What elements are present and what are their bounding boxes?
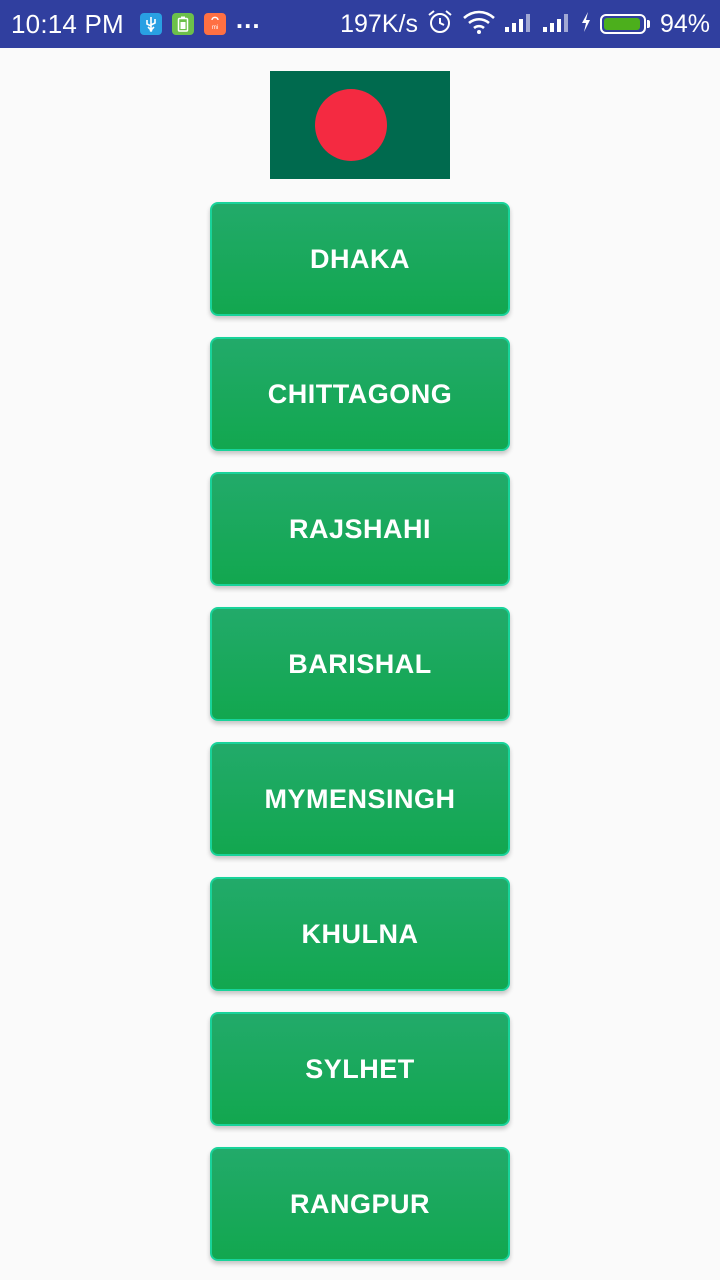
network-speed: 197K/s [340, 9, 418, 38]
status-bar: 10:14 PM mi ... 197K/s 94% [0, 0, 720, 48]
more-notifications-icon: ... [235, 4, 261, 34]
status-bar-right: 197K/s 94% [340, 8, 710, 41]
status-time: 10:14 PM [11, 8, 124, 39]
division-list: DHAKA CHITTAGONG RAJSHAHI BARISHAL MYMEN… [210, 202, 510, 1261]
svg-text:mi: mi [212, 25, 218, 31]
cellular-signal-1-icon [504, 11, 534, 38]
division-button-rajshahi[interactable]: RAJSHAHI [210, 472, 510, 586]
cellular-signal-2-icon [542, 11, 572, 38]
battery-percent: 94% [659, 9, 710, 38]
division-button-chittagong[interactable]: CHITTAGONG [210, 337, 510, 451]
bangladesh-flag-icon [270, 71, 450, 179]
battery-app-icon [171, 13, 194, 35]
charging-bolt-icon [580, 11, 592, 38]
status-bar-left: 10:14 PM mi ... [11, 4, 261, 40]
division-button-khulna[interactable]: KHULNA [210, 877, 510, 991]
wifi-icon [462, 9, 496, 40]
division-button-rangpur[interactable]: RANGPUR [210, 1147, 510, 1261]
flag-red-disc [315, 89, 387, 161]
shop-bag-icon: mi [203, 13, 226, 35]
usb-icon [139, 13, 162, 35]
division-button-dhaka[interactable]: DHAKA [210, 202, 510, 316]
battery-level-fill [603, 18, 640, 30]
battery-body [599, 14, 646, 34]
division-button-sylhet[interactable]: SYLHET [210, 1012, 510, 1126]
battery-icon [599, 14, 650, 34]
alarm-icon [426, 8, 454, 41]
battery-tip [646, 20, 650, 28]
division-button-mymensingh[interactable]: MYMENSINGH [210, 742, 510, 856]
division-button-barishal[interactable]: BARISHAL [210, 607, 510, 721]
